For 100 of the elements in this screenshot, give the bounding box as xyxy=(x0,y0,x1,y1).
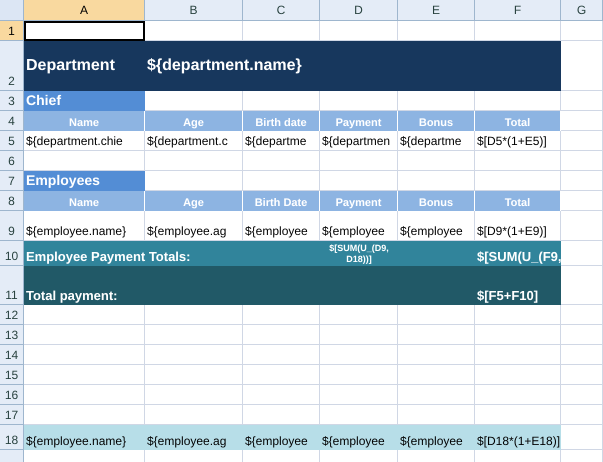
empty-cell[interactable] xyxy=(475,325,561,345)
title-cell: ${department.name} xyxy=(145,41,561,91)
empty-cell[interactable] xyxy=(561,171,603,191)
empty-cell[interactable] xyxy=(561,325,603,345)
row-header[interactable]: 18 xyxy=(0,425,24,450)
empty-cell[interactable] xyxy=(320,325,398,345)
row-header[interactable]: 7 xyxy=(0,171,24,191)
title-cell: Department xyxy=(24,41,145,91)
empty-cell[interactable] xyxy=(561,305,603,325)
table-cell: ${department.c xyxy=(145,131,243,151)
row-header[interactable]: 2 xyxy=(0,41,24,91)
table-cell: ${employee xyxy=(398,425,475,450)
empty-cell[interactable] xyxy=(475,345,561,365)
table-cell: ${employee.ag xyxy=(145,425,243,450)
empty-cell[interactable] xyxy=(398,365,475,385)
row-header[interactable]: 16 xyxy=(0,385,24,405)
section-title: Employees xyxy=(24,171,145,191)
table-cell: ${department.chie xyxy=(24,131,145,151)
column-heading: Payment xyxy=(320,191,398,211)
row-header[interactable]: 6 xyxy=(0,151,24,171)
row-header[interactable]: 4 xyxy=(0,111,24,131)
row-header[interactable]: 17 xyxy=(0,405,24,425)
empty-cell[interactable] xyxy=(145,305,243,325)
total-cell: $[F5+F10] xyxy=(475,266,561,305)
row-header[interactable]: 10 xyxy=(0,241,24,266)
empty-cell[interactable] xyxy=(561,91,603,111)
table-cell: ${employee xyxy=(243,425,320,450)
row-header[interactable]: 15 xyxy=(0,365,24,385)
column-heading: Age xyxy=(145,111,243,131)
empty-cell[interactable] xyxy=(475,365,561,385)
empty-cell[interactable] xyxy=(398,385,475,405)
empty-cell[interactable] xyxy=(243,151,320,171)
total-cell: Total payment: xyxy=(24,266,475,305)
empty-cell[interactable] xyxy=(561,41,603,91)
empty-cell[interactable] xyxy=(320,385,398,405)
empty-cell[interactable] xyxy=(243,385,320,405)
row-header[interactable]: 1 xyxy=(0,21,24,41)
column-heading: Bonus xyxy=(398,111,475,131)
subtotal-cell: Employee Payment Totals: xyxy=(24,241,320,266)
empty-cell[interactable] xyxy=(561,21,603,41)
empty-cell[interactable] xyxy=(320,365,398,385)
column-heading: Name xyxy=(24,191,145,211)
table-cell: $[D5*(1+E5)] xyxy=(475,131,561,151)
active-cell[interactable] xyxy=(24,21,145,41)
column-header[interactable]: F xyxy=(475,0,561,21)
empty-cell[interactable] xyxy=(475,385,561,405)
table-cell: ${employee.name} xyxy=(24,425,145,450)
empty-cell[interactable] xyxy=(145,365,243,385)
table-cell: $[D18*(1+E18)] xyxy=(475,425,561,450)
column-heading: Birth Date xyxy=(243,191,320,211)
section-title: Chief xyxy=(24,91,145,111)
row-header[interactable]: 5 xyxy=(0,131,24,151)
empty-cell[interactable] xyxy=(398,345,475,365)
subtotal-cell: $[SUM(U_(F9, xyxy=(475,241,561,266)
row-header[interactable]: 13 xyxy=(0,325,24,345)
empty-cell[interactable] xyxy=(320,305,398,325)
empty-cell[interactable] xyxy=(243,325,320,345)
row-header[interactable]: 11 xyxy=(0,266,24,305)
empty-cell[interactable] xyxy=(475,305,561,325)
empty-cell[interactable] xyxy=(561,345,603,365)
column-heading: Payment xyxy=(320,111,398,131)
empty-cell[interactable] xyxy=(243,365,320,385)
empty-cell[interactable] xyxy=(145,151,243,171)
column-header[interactable]: B xyxy=(145,0,243,21)
empty-cell[interactable] xyxy=(561,151,603,171)
column-header[interactable]: C xyxy=(243,0,320,21)
row-header[interactable]: 12 xyxy=(0,305,24,325)
empty-cell[interactable] xyxy=(145,325,243,345)
empty-cell[interactable] xyxy=(561,211,603,241)
row-header[interactable]: 9 xyxy=(0,211,24,241)
row-header[interactable]: 3 xyxy=(0,91,24,111)
table-cell: ${departme xyxy=(398,131,475,151)
empty-cell[interactable] xyxy=(561,131,603,151)
column-heading: Total xyxy=(475,191,561,211)
empty-cell[interactable] xyxy=(561,385,603,405)
column-header[interactable]: E xyxy=(398,0,475,21)
select-all-corner[interactable] xyxy=(0,0,24,21)
empty-cell[interactable] xyxy=(320,345,398,365)
column-heading: Total xyxy=(475,111,561,131)
table-cell: ${employee xyxy=(320,425,398,450)
empty-cell[interactable] xyxy=(398,305,475,325)
empty-cell[interactable] xyxy=(561,365,603,385)
empty-cell[interactable] xyxy=(145,345,243,365)
row-header[interactable]: 14 xyxy=(0,345,24,365)
row-header[interactable]: 8 xyxy=(0,191,24,211)
column-header[interactable]: A xyxy=(24,0,145,21)
column-heading: Age xyxy=(145,191,243,211)
empty-cell[interactable] xyxy=(320,151,398,171)
empty-cell[interactable] xyxy=(243,345,320,365)
column-header[interactable]: G xyxy=(561,0,603,21)
column-heading: Birth date xyxy=(243,111,320,131)
empty-cell[interactable] xyxy=(475,151,561,171)
column-header[interactable]: D xyxy=(320,0,398,21)
table-cell: ${departmen xyxy=(320,131,398,151)
empty-cell[interactable] xyxy=(145,385,243,405)
empty-cell[interactable] xyxy=(243,305,320,325)
empty-cell[interactable] xyxy=(398,325,475,345)
empty-cell[interactable] xyxy=(561,405,603,425)
subtotal-cell: $[SUM(U_(D9, D18))] xyxy=(320,241,398,266)
empty-cell[interactable] xyxy=(398,151,475,171)
